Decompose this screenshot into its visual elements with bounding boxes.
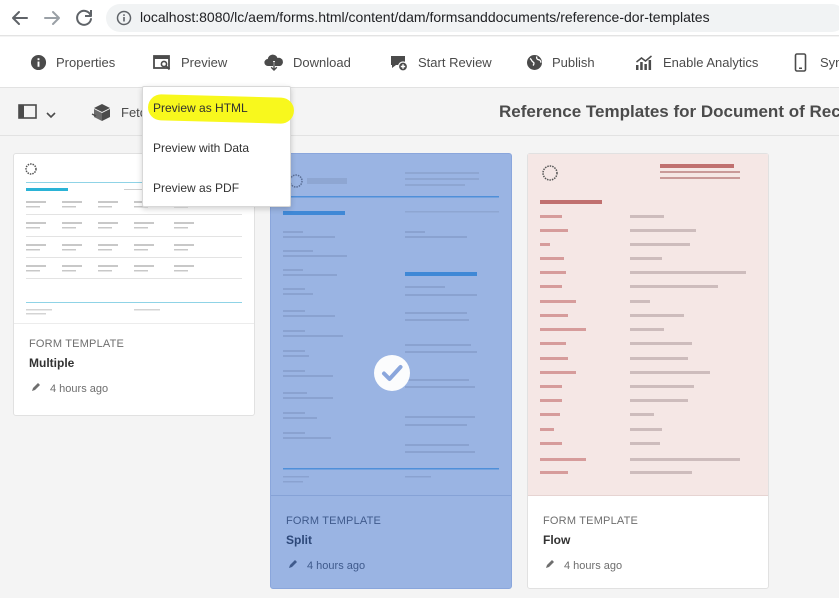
selection-checkmark: [374, 355, 410, 391]
card-split[interactable]: FORM TEMPLATE Split 4 hours ago: [270, 153, 512, 589]
card-name: Multiple: [29, 356, 75, 370]
pencil-icon: [546, 560, 554, 568]
rail-dropdown-button[interactable]: [46, 106, 56, 124]
menu-item-preview-html-overlay[interactable]: Preview as HTML: [153, 101, 248, 115]
mobile-icon: [794, 53, 807, 72]
forward-button[interactable]: [40, 6, 64, 30]
reload-icon: [76, 9, 92, 26]
review-icon: [391, 55, 409, 72]
card-meta: FORM TEMPLATE Multiple 4 hours ago: [14, 322, 254, 415]
browser-bar: localhost:8080/lc/aem/forms.html/content…: [0, 0, 839, 36]
card-kind: FORM TEMPLATE: [29, 338, 125, 350]
card-flow[interactable]: FORM TEMPLATE Flow 4 hours ago: [527, 153, 769, 589]
secondary-toolbar: Fetc Reference Templates for Document of…: [0, 88, 839, 136]
url-text: localhost:8080/lc/aem/forms.html/content…: [140, 9, 710, 25]
chevron-down-icon: [46, 112, 56, 119]
arrow-right-icon: [44, 11, 60, 25]
page-title: Reference Templates for Document of Reco…: [499, 102, 839, 121]
start-review-label: Start Review: [418, 55, 492, 70]
pencil-icon: [289, 560, 297, 568]
address-bar[interactable]: localhost:8080/lc/aem/forms.html/content…: [106, 4, 839, 32]
template-preview-flow: [540, 164, 746, 474]
preview-label: Preview: [181, 55, 228, 70]
card-thumbnail: [528, 154, 768, 496]
rail-toggle-button[interactable]: [18, 104, 37, 124]
card-time: 4 hours ago: [50, 383, 109, 395]
sync-button[interactable]: Syn: [794, 37, 839, 88]
download-button[interactable]: Download: [264, 37, 351, 88]
pencil-icon: [32, 383, 40, 391]
card-name: Split: [286, 533, 312, 547]
publish-button[interactable]: Publish: [526, 37, 595, 88]
fetch-button[interactable]: [91, 102, 113, 127]
action-toolbar: Properties Preview Download Start Review…: [0, 37, 839, 88]
card-thumbnail: [271, 154, 511, 496]
card-meta: FORM TEMPLATE Flow 4 hours ago: [528, 495, 768, 588]
reload-button[interactable]: [72, 6, 96, 30]
properties-button[interactable]: Properties: [30, 37, 115, 88]
check-icon: [382, 365, 403, 381]
card-time: 4 hours ago: [307, 560, 366, 572]
sync-label: Syn: [820, 55, 839, 70]
card-kind: FORM TEMPLATE: [543, 515, 639, 527]
enable-analytics-button[interactable]: Enable Analytics: [635, 37, 758, 88]
arrow-left-icon: [12, 11, 28, 25]
download-icon: [264, 54, 283, 71]
menu-item-preview-pdf[interactable]: Preview as PDF: [153, 181, 239, 195]
properties-label: Properties: [56, 55, 116, 70]
start-review-button[interactable]: Start Review: [390, 37, 492, 88]
download-label: Download: [293, 55, 351, 70]
card-kind: FORM TEMPLATE: [286, 515, 382, 527]
info-circle-icon: [116, 10, 132, 26]
sidebar-panel-icon: [18, 104, 37, 119]
menu-item-preview-data[interactable]: Preview with Data: [153, 141, 249, 155]
preview-button[interactable]: Preview: [153, 37, 227, 88]
template-preview-split: [283, 172, 499, 483]
globe-icon: [527, 55, 542, 70]
info-icon: [30, 54, 47, 71]
analytics-icon: [636, 55, 652, 70]
card-meta: FORM TEMPLATE Split 4 hours ago: [271, 495, 511, 588]
package-icon: [91, 104, 110, 121]
preview-icon: [153, 55, 171, 71]
back-button[interactable]: [8, 6, 32, 30]
card-name: Flow: [543, 533, 571, 547]
enable-analytics-label: Enable Analytics: [663, 55, 759, 70]
publish-label: Publish: [552, 55, 595, 70]
card-time: 4 hours ago: [564, 560, 623, 572]
